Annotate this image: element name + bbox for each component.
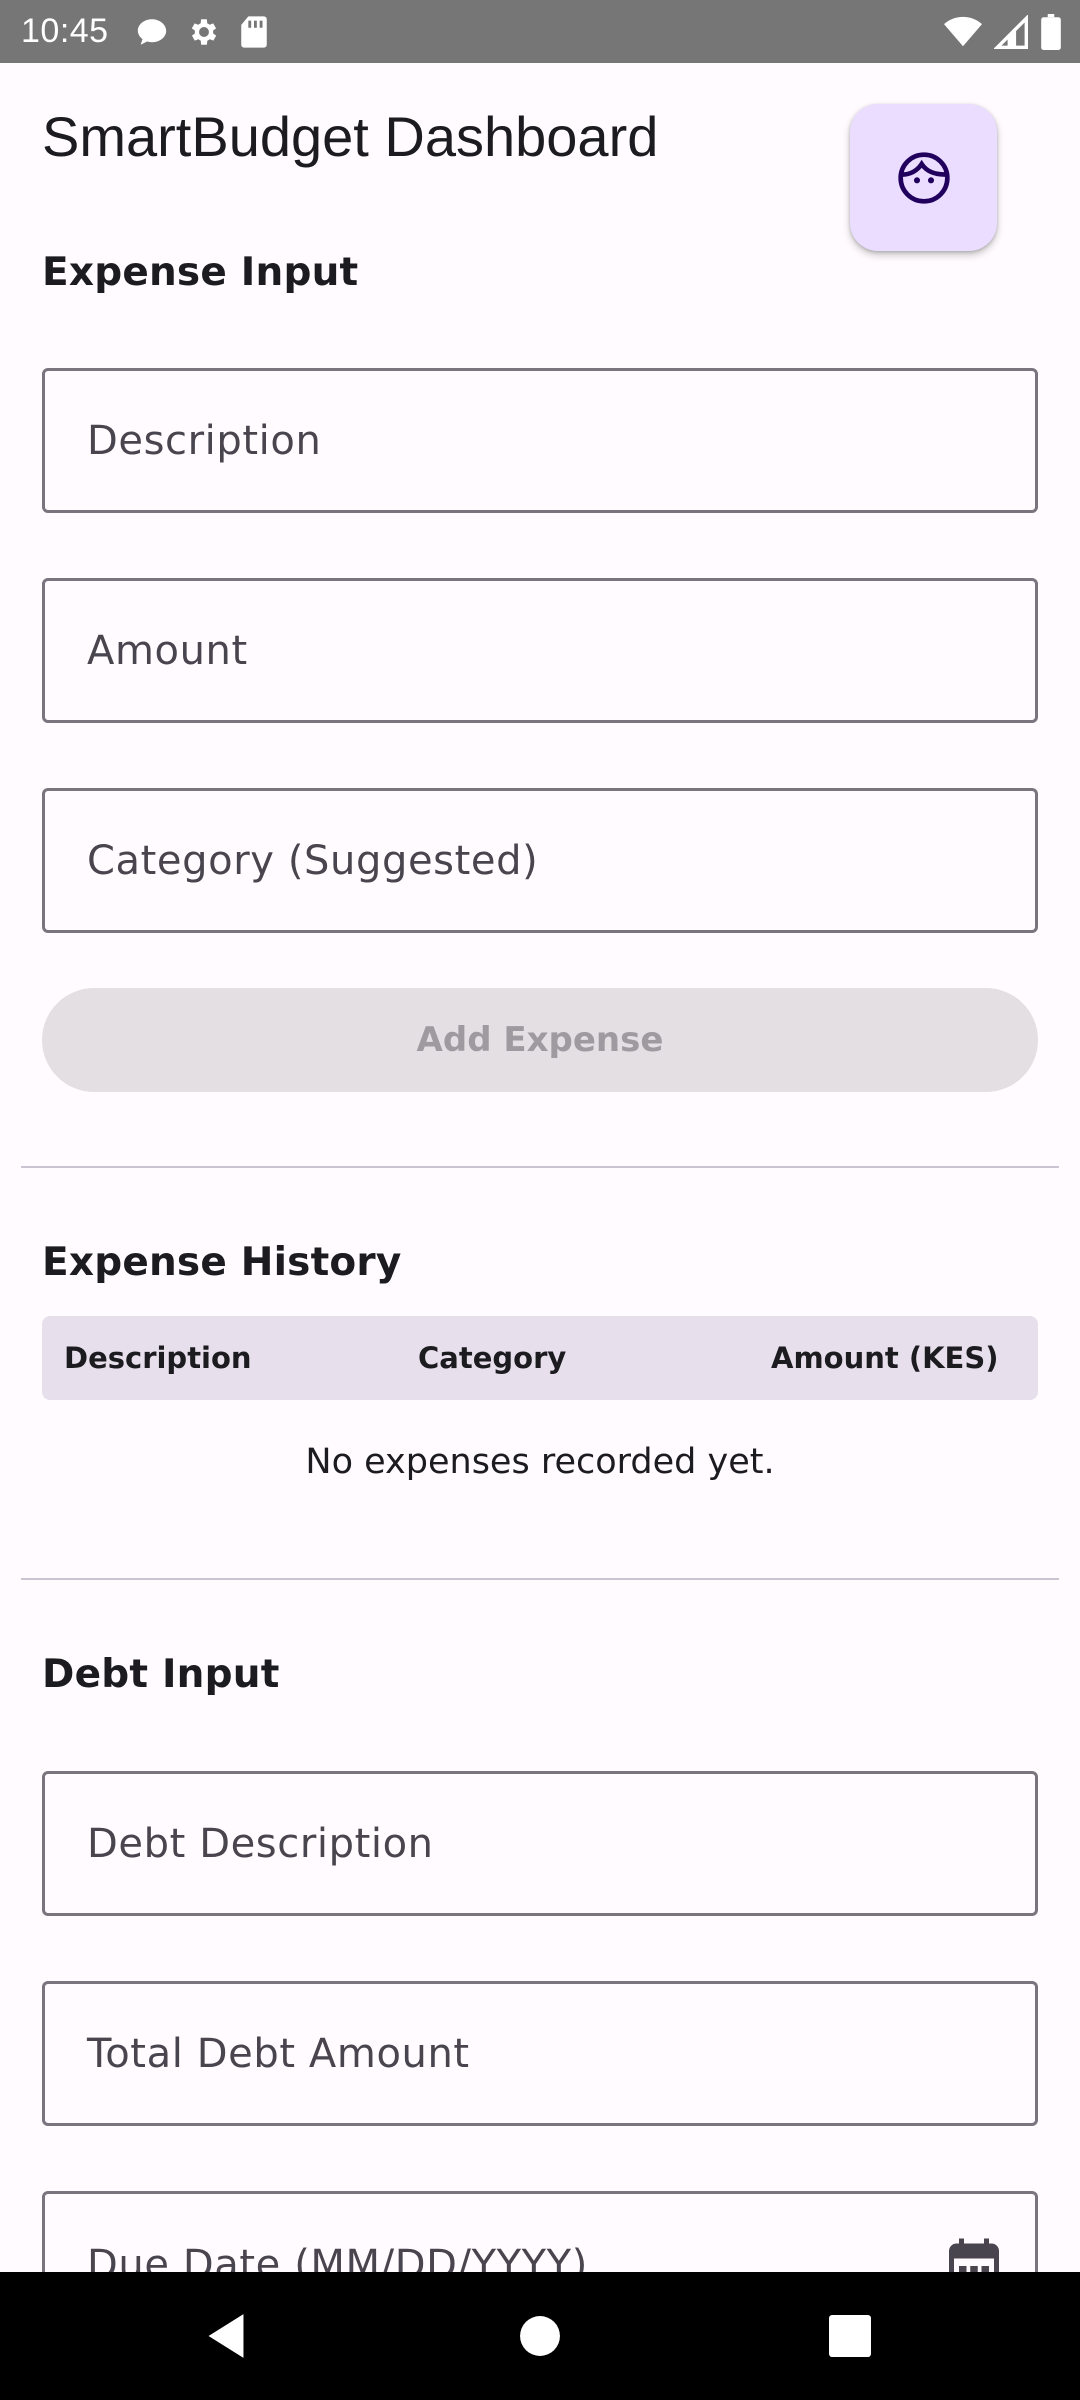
debt-description-placeholder: Debt Description [87,1820,434,1867]
empty-history-message: No expenses recorded yet. [305,1442,775,1482]
expense-input-heading: Expense Input [42,250,359,295]
gear-icon [191,18,216,45]
expense-amount-field[interactable]: Amount [42,578,1038,723]
expense-description-field[interactable]: Description [42,368,1038,513]
back-icon [208,2314,244,2358]
total-debt-amount-field[interactable]: Total Debt Amount [42,1981,1038,2126]
add-expense-button[interactable]: Add Expense [42,988,1038,1092]
column-header-amount: Amount (KES) [771,1341,999,1375]
status-bar: 10:45 [0,0,1080,63]
divider [21,1166,1059,1168]
face-icon [897,151,950,204]
expense-history-heading: Expense History [42,1240,402,1285]
profile-fab-button[interactable] [850,104,997,251]
signal-icon [994,14,1028,49]
total-debt-amount-placeholder: Total Debt Amount [87,2030,470,2077]
status-system-icons [944,0,1062,63]
expense-description-placeholder: Description [87,417,322,464]
page-title: SmartBudget Dashboard [42,105,659,168]
system-navigation-bar [0,2272,1080,2400]
column-header-description: Description [64,1341,252,1375]
recents-icon [829,2315,871,2357]
expense-amount-placeholder: Amount [87,627,248,674]
recents-button[interactable] [790,2272,910,2400]
back-button[interactable] [166,2272,286,2400]
home-button[interactable] [480,2272,600,2400]
column-header-category: Category [418,1341,567,1375]
debt-description-field[interactable]: Debt Description [42,1771,1038,1916]
status-notification-icons [135,15,269,49]
expense-table-header: Description Category Amount (KES) [42,1316,1038,1400]
home-icon [520,2316,560,2356]
battery-icon [1041,13,1061,50]
divider [21,1578,1059,1580]
wifi-icon [944,16,982,46]
debt-input-heading: Debt Input [42,1652,280,1697]
status-time: 10:45 [21,12,109,50]
chat-bubble-icon [137,18,166,45]
expense-category-field[interactable]: Category (Suggested) [42,788,1038,933]
sd-card-icon [240,15,267,48]
expense-category-placeholder: Category (Suggested) [87,837,539,884]
